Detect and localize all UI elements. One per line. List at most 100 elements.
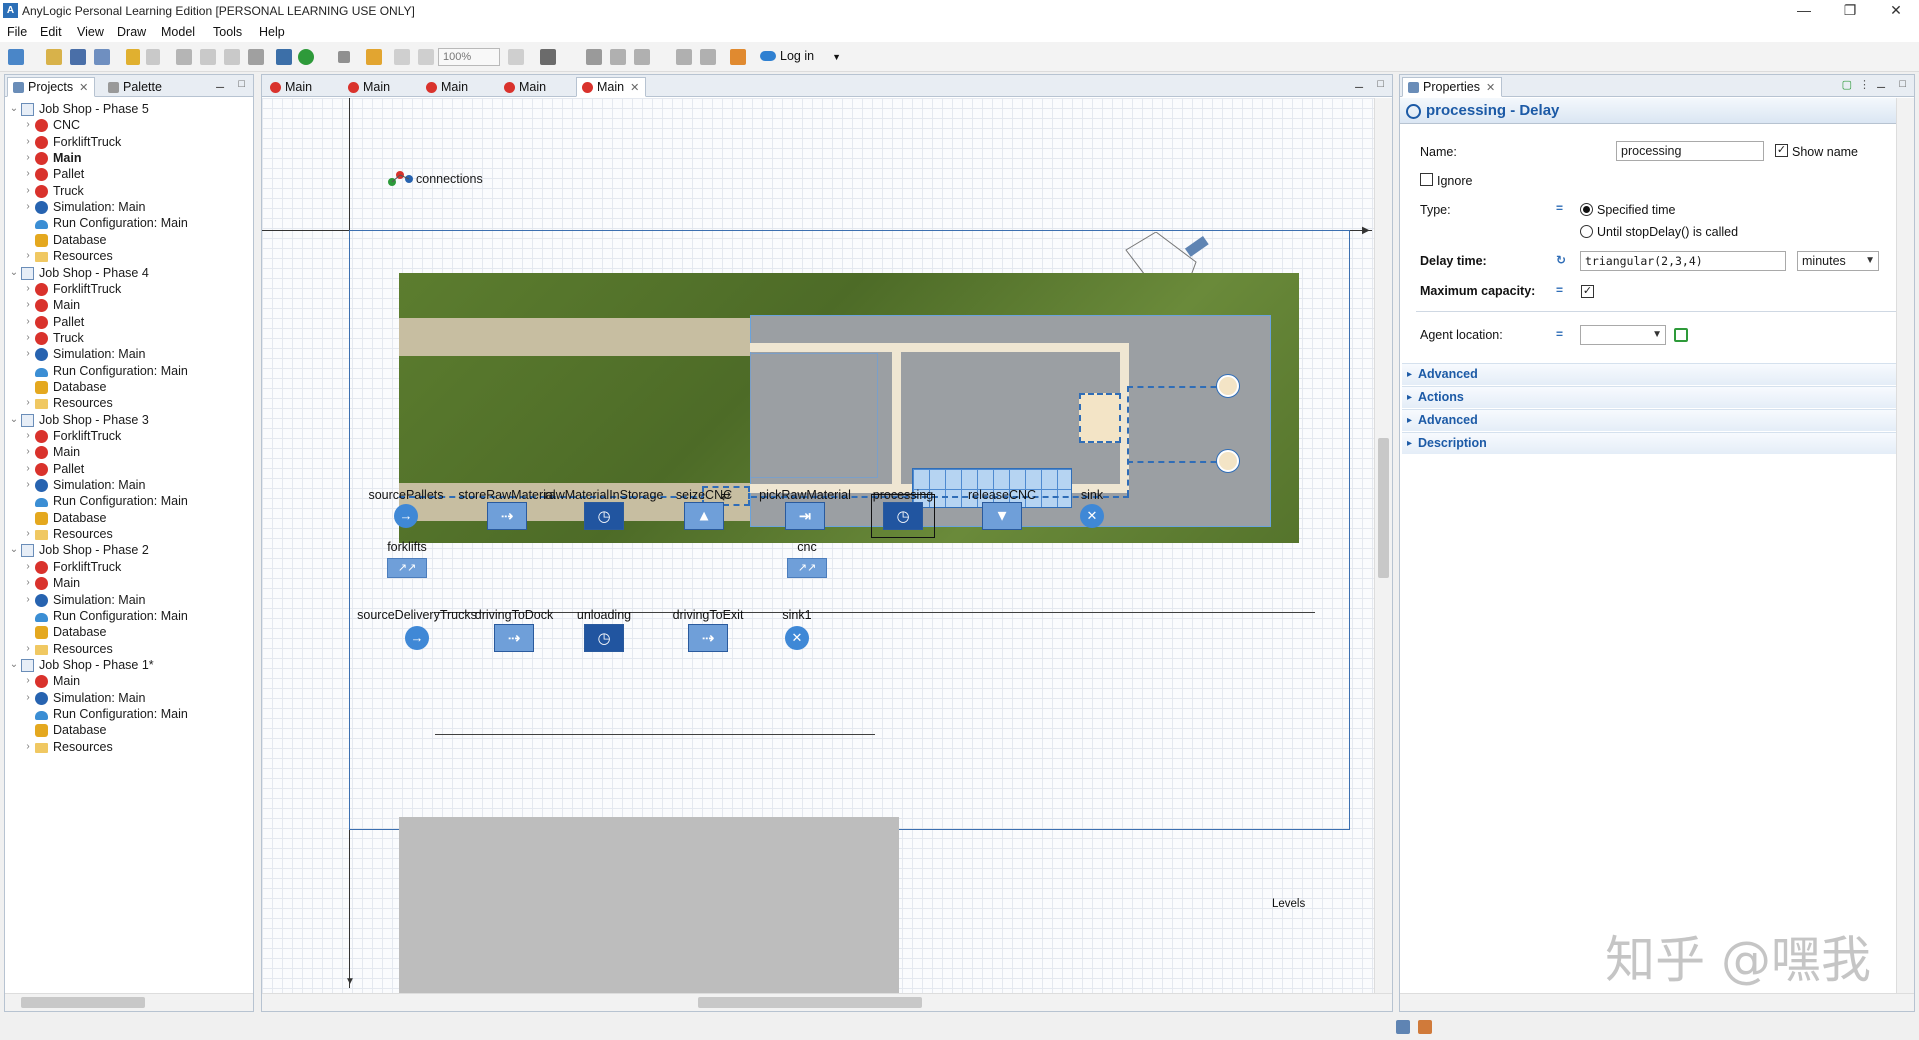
menu-file[interactable]: File (7, 25, 27, 39)
sink-block[interactable]: ✕ (785, 626, 809, 650)
maximize-button[interactable]: ❐ (1827, 0, 1873, 22)
move-block[interactable]: ⇢ (688, 624, 728, 652)
tab-main-5[interactable]: Main ✕ (576, 77, 647, 97)
save-all-icon[interactable] (94, 49, 110, 65)
minimize-button[interactable]: — (1781, 0, 1827, 22)
cnc-node-2[interactable] (1217, 450, 1239, 472)
close-icon[interactable]: ✕ (1486, 82, 1495, 94)
collapse-arrow-icon[interactable]: › (23, 688, 33, 708)
pin-icon[interactable]: ▢ (1842, 78, 1852, 91)
gray-shape[interactable] (399, 817, 899, 993)
view-menu-icon[interactable]: ⋮ (1859, 78, 1870, 91)
name-field[interactable]: processing (1616, 141, 1764, 161)
move-block[interactable]: ⇢ (494, 624, 534, 652)
redo-icon[interactable] (146, 49, 160, 65)
distribute-icon[interactable] (700, 49, 716, 65)
select-mode-icon[interactable] (540, 49, 556, 65)
copy-icon[interactable] (200, 49, 216, 65)
expand-arrow-icon[interactable]: ⌄ (9, 263, 19, 283)
menu-view[interactable]: View (77, 25, 104, 39)
stop-icon[interactable] (338, 51, 350, 63)
node-dock[interactable] (1079, 393, 1121, 443)
minimize-panel-icon[interactable]: ⚊ (1354, 78, 1364, 91)
zoom-combo[interactable]: 100% (438, 48, 500, 66)
horizontal-scrollbar[interactable] (1400, 993, 1914, 1011)
seize-block[interactable]: ▲ (684, 502, 724, 530)
chevron-down-icon[interactable]: ▼ (832, 52, 841, 62)
cut-icon[interactable] (176, 49, 192, 65)
snap-icon[interactable] (610, 49, 626, 65)
maximize-panel-icon[interactable]: □ (1899, 78, 1906, 90)
collapse-arrow-icon[interactable]: › (23, 590, 33, 610)
collapse-arrow-icon[interactable]: › (23, 475, 33, 495)
storage-area[interactable] (750, 353, 878, 478)
section-advanced-1[interactable]: Advanced (1402, 363, 1912, 385)
delay-time-field[interactable]: triangular(2,3,4) (1580, 251, 1786, 271)
cnc-node-1[interactable] (1217, 375, 1239, 397)
close-window-button[interactable]: ✕ (1873, 0, 1919, 22)
retrieve-block[interactable]: ⇥ (785, 502, 825, 530)
dynamic-value-icon[interactable]: ↻ (1556, 253, 1566, 267)
store-block[interactable]: ⇢ (487, 502, 527, 530)
paste-icon[interactable] (224, 49, 240, 65)
path-to-cnc-2[interactable] (1127, 461, 1227, 463)
grid-icon[interactable] (586, 49, 602, 65)
menu-model[interactable]: Model (161, 25, 195, 39)
max-capacity-checkbox[interactable]: ✓ (1581, 285, 1594, 298)
levels-label[interactable]: Levels (1272, 898, 1305, 910)
delay-block[interactable]: ◷ (584, 502, 624, 530)
tab-properties[interactable]: Properties ✕ (1402, 77, 1503, 97)
console-icon[interactable] (1396, 1020, 1410, 1034)
close-icon[interactable]: ✕ (79, 82, 88, 94)
close-icon[interactable]: ✕ (630, 82, 639, 94)
save-icon[interactable] (70, 49, 86, 65)
scroll-thumb[interactable] (21, 997, 145, 1008)
section-description[interactable]: Description (1402, 432, 1912, 454)
layout-icon[interactable] (634, 49, 650, 65)
vertical-scrollbar[interactable] (1374, 98, 1392, 993)
collapse-arrow-icon[interactable]: › (23, 246, 33, 266)
type-until-stop-radio[interactable] (1580, 225, 1593, 238)
undo-icon[interactable] (126, 49, 140, 65)
maximize-panel-icon[interactable]: □ (1377, 78, 1384, 90)
zoom-area-icon[interactable] (394, 49, 410, 65)
delay-block[interactable]: ◷ (584, 624, 624, 652)
static-value-icon[interactable]: = (1556, 327, 1563, 341)
tab-main-1[interactable]: Main (264, 77, 319, 97)
type-specified-time-radio[interactable] (1580, 203, 1593, 216)
delete-icon[interactable] (248, 49, 264, 65)
create-space-icon[interactable] (1674, 328, 1688, 342)
section-advanced-2[interactable]: Advanced (1402, 409, 1912, 431)
collapse-arrow-icon[interactable]: › (23, 197, 33, 217)
resource-pool-block[interactable]: ↗↗ (387, 558, 427, 578)
expand-arrow-icon[interactable]: ⌄ (9, 410, 19, 430)
minimize-panel-icon[interactable]: ⚊ (1876, 78, 1886, 91)
collapse-arrow-icon[interactable]: › (23, 639, 33, 659)
tab-main-2[interactable]: Main (342, 77, 397, 97)
run-icon[interactable] (298, 49, 314, 65)
scroll-thumb[interactable] (698, 997, 922, 1008)
ignore-checkbox[interactable] (1420, 173, 1433, 186)
collapse-arrow-icon[interactable]: › (23, 393, 33, 413)
sink-block[interactable]: ✕ (1080, 504, 1104, 528)
horizontal-scrollbar[interactable] (262, 993, 1392, 1011)
vertical-scrollbar[interactable] (1896, 98, 1914, 993)
tab-main-4[interactable]: Main (498, 77, 553, 97)
collapse-arrow-icon[interactable]: › (23, 524, 33, 544)
release-block[interactable]: ▼ (982, 502, 1022, 530)
menu-help[interactable]: Help (259, 25, 285, 39)
horizontal-scrollbar[interactable] (5, 993, 253, 1011)
open-icon[interactable] (46, 49, 62, 65)
pencil-icon[interactable] (730, 49, 746, 65)
path-vertical[interactable] (1127, 386, 1129, 496)
model-canvas[interactable]: ▶ ▼ connections ⇄ Levels sourcePallets →… (262, 98, 1374, 993)
expand-arrow-icon[interactable]: ⌄ (9, 655, 19, 675)
static-value-icon[interactable]: = (1556, 201, 1563, 215)
delay-unit-select[interactable]: minutes ▼ (1797, 251, 1879, 271)
scroll-thumb[interactable] (1378, 438, 1389, 578)
collapse-arrow-icon[interactable]: › (23, 737, 33, 757)
show-name-checkbox[interactable]: ✓ (1775, 144, 1788, 157)
new-model-icon[interactable] (8, 49, 24, 65)
zoom-in-icon[interactable] (508, 49, 524, 65)
path-to-cnc-1[interactable] (1127, 386, 1227, 388)
